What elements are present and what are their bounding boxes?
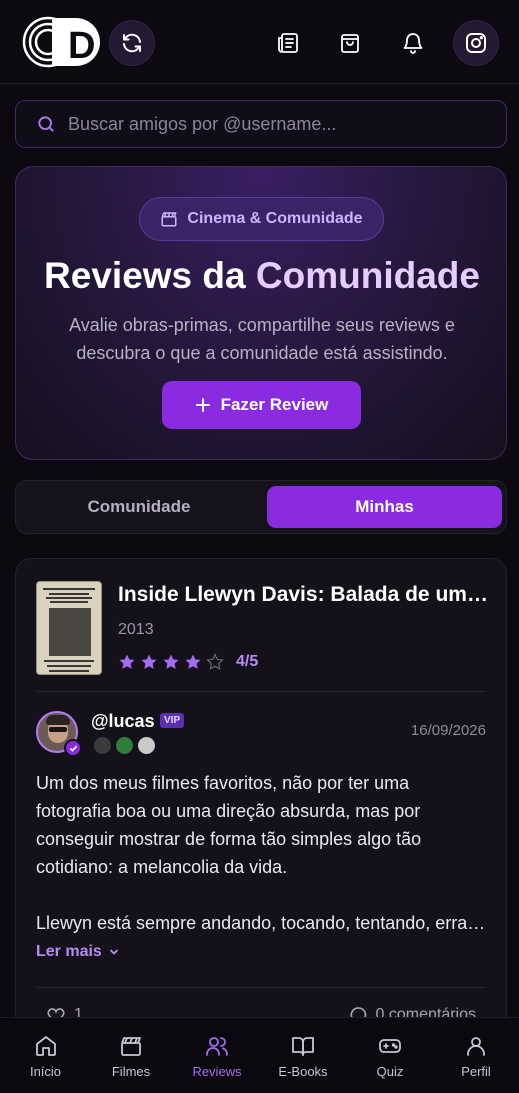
nav-filmes[interactable]: Filmes: [101, 1018, 161, 1093]
refresh-icon: [123, 33, 141, 53]
svg-text:D: D: [68, 25, 95, 67]
review-date: 16/09/2026: [410, 722, 486, 739]
movie-poster[interactable]: [36, 581, 102, 675]
review-text: Um dos meus filmes favoritos, não por te…: [36, 769, 486, 965]
rating-value: 4/5: [236, 653, 259, 670]
badge-label: Cinema & Comunidade: [187, 210, 363, 227]
username[interactable]: @lucas: [91, 711, 155, 732]
star-filled-icon: [141, 654, 157, 669]
nav-quiz[interactable]: Quiz: [363, 1018, 417, 1093]
review-tabs: Comunidade Minhas: [15, 480, 507, 534]
book-icon: [292, 1036, 314, 1056]
instagram-icon: [466, 33, 486, 53]
search-input[interactable]: [68, 113, 468, 135]
top-bar: D: [0, 0, 519, 84]
search-icon: [38, 116, 54, 132]
shop-button[interactable]: [327, 20, 373, 66]
review-paragraph: Llewyn está sempre andando, tocando, ten…: [36, 913, 486, 933]
nav-inicio[interactable]: Início: [18, 1018, 73, 1093]
tab-minhas[interactable]: Minhas: [267, 486, 502, 528]
vip-badge: VIP: [160, 713, 185, 728]
chevron-down-icon: [109, 949, 118, 955]
badge-icon: [138, 737, 155, 754]
category-badge: Cinema & Comunidade: [139, 197, 384, 241]
clapperboard-icon: [161, 212, 177, 227]
tab-comunidade[interactable]: Comunidade: [21, 486, 257, 528]
verified-icon: [64, 739, 82, 757]
review-card: Inside Llewyn Davis: Balada de um Homem …: [15, 558, 507, 1078]
star-empty-icon: [206, 653, 224, 670]
nav-ebooks[interactable]: E-Books: [272, 1018, 334, 1093]
divider: [36, 691, 486, 692]
page-title: Reviews da Comunidade: [44, 255, 480, 296]
logo-icon[interactable]: D: [22, 16, 102, 68]
star-filled-icon: [163, 654, 179, 669]
write-review-button[interactable]: Fazer Review: [162, 381, 361, 429]
notifications-button[interactable]: [390, 20, 436, 66]
newspaper-icon: [278, 33, 298, 53]
home-icon: [35, 1035, 56, 1056]
refresh-button[interactable]: [109, 20, 155, 66]
hero-banner: Cinema & Comunidade Reviews da Comunidad…: [15, 166, 507, 460]
star-filled-icon: [119, 654, 135, 669]
badge-icon: [94, 737, 111, 754]
badge-icon: [116, 737, 133, 754]
bottom-nav: Início Filmes Reviews E-Books Quiz Perfi…: [0, 1017, 519, 1093]
star-rating: 4/5: [118, 653, 258, 671]
clapperboard-icon: [121, 1036, 141, 1056]
users-icon: [206, 1036, 228, 1056]
nav-perfil[interactable]: Perfil: [448, 1018, 504, 1093]
search-bar: [15, 100, 507, 148]
nav-reviews[interactable]: Reviews: [186, 1018, 248, 1093]
instagram-button[interactable]: [453, 20, 499, 66]
hero-subtitle: Avalie obras-primas, compartilhe seus re…: [69, 315, 455, 363]
divider: [36, 987, 486, 988]
news-button[interactable]: [265, 20, 311, 66]
star-filled-icon: [185, 654, 201, 669]
shopping-bag-icon: [341, 34, 359, 53]
read-more-link[interactable]: Ler mais: [36, 943, 120, 961]
gamepad-icon: [379, 1038, 401, 1053]
user-icon: [467, 1036, 485, 1056]
user-badges: [94, 737, 155, 754]
plus-icon: [195, 398, 210, 412]
bell-icon: [403, 33, 423, 54]
review-paragraph: Um dos meus filmes favoritos, não por te…: [36, 773, 422, 877]
movie-year: 2013: [118, 621, 154, 638]
movie-title[interactable]: Inside Llewyn Davis: Balada de um Homem …: [118, 583, 488, 607]
